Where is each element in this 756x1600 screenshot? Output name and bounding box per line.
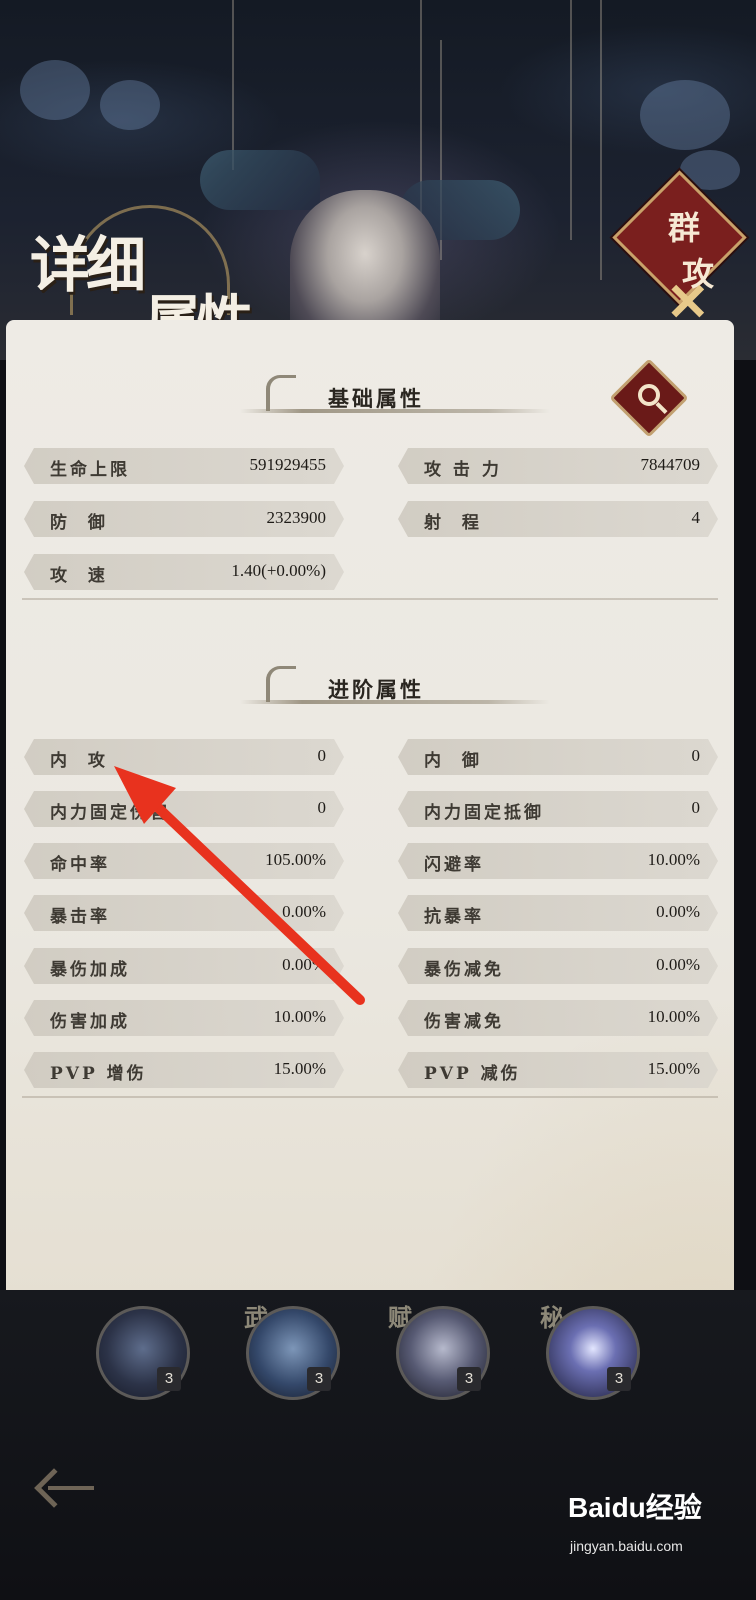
skill-slot-2[interactable]: 3 (246, 1306, 340, 1400)
stat-defense: 防 御 2323900 (24, 501, 344, 537)
title-line-1: 详细 (30, 231, 146, 301)
watermark-url: jingyan.baidu.com (570, 1538, 683, 1554)
stat-label: 抗暴率 (424, 907, 484, 927)
stat-value: 2323900 (266, 508, 326, 527)
stat-max-hp: 生命上限 591929455 (24, 448, 344, 484)
stat-crit-damage-reduction: 暴伤减免 0.00% (398, 948, 718, 984)
stat-value: 7844709 (640, 455, 700, 474)
stat-value: 15.00% (647, 1059, 700, 1078)
stat-value: 0 (317, 798, 326, 817)
skill-slot-4[interactable]: 3 (546, 1306, 640, 1400)
basic-heading-label: 基础属性 (328, 386, 424, 411)
stat-label: 暴伤加成 (50, 960, 130, 980)
skill-level: 3 (157, 1367, 181, 1391)
stat-value: 15.00% (273, 1059, 326, 1078)
basic-attributes-heading: 基础属性 (240, 375, 550, 425)
skill-level: 3 (307, 1367, 331, 1391)
stat-label: 内力固定抵御 (424, 803, 544, 823)
stat-label: 伤害减免 (424, 1012, 504, 1032)
stat-dodge-rate: 闪避率 10.00% (398, 843, 718, 879)
stat-value: 10.00% (273, 1007, 326, 1026)
stat-label: PVP 减伤 (424, 1064, 521, 1084)
brush-ornament-icon (266, 666, 296, 702)
stat-label: 生命上限 (50, 460, 130, 480)
stat-hit-rate: 命中率 105.00% (24, 843, 344, 879)
skill-level: 3 (457, 1367, 481, 1391)
stat-label: 攻 击 力 (424, 460, 502, 480)
stat-fixed-inner-damage: 内力固定伤害 0 (24, 791, 344, 827)
stat-pvp-damage-bonus: PVP 增伤 15.00% (24, 1052, 344, 1088)
stat-value: 0.00% (656, 955, 700, 974)
back-arrow-shaft[interactable] (48, 1486, 94, 1490)
stat-damage-reduction: 伤害减免 10.00% (398, 1000, 718, 1036)
section-divider (22, 1096, 718, 1098)
section-divider (22, 598, 718, 600)
stat-value: 0 (691, 746, 700, 765)
stat-label: PVP 增伤 (50, 1064, 147, 1084)
stat-label: 内 攻 (50, 751, 108, 771)
stat-value: 10.00% (647, 850, 700, 869)
advanced-heading-label: 进阶属性 (328, 677, 424, 702)
badge-line-1: 群 (667, 209, 700, 247)
stat-crit-damage-bonus: 暴伤加成 0.00% (24, 948, 344, 984)
stat-label: 暴伤减免 (424, 960, 504, 980)
stat-value: 4 (691, 508, 700, 527)
stat-value: 0.00% (282, 955, 326, 974)
stat-value: 0 (691, 798, 700, 817)
stat-label: 伤害加成 (50, 1012, 130, 1032)
stat-value: 0 (317, 746, 326, 765)
stat-inner-defense: 内 御 0 (398, 739, 718, 775)
stat-label: 射 程 (424, 513, 482, 533)
stat-attack-speed: 攻 速 1.40(+0.00%) (24, 554, 344, 590)
back-button[interactable] (34, 1466, 96, 1510)
stat-label: 防 御 (50, 513, 108, 533)
stat-range: 射 程 4 (398, 501, 718, 537)
stat-pvp-damage-reduction: PVP 减伤 15.00% (398, 1052, 718, 1088)
stat-crit-resist: 抗暴率 0.00% (398, 895, 718, 931)
stat-crit-rate: 暴击率 0.00% (24, 895, 344, 931)
stat-label: 内 御 (424, 751, 482, 771)
skill-slot-3[interactable]: 3 (396, 1306, 490, 1400)
watermark: Baidu经验 (568, 1492, 702, 1523)
stat-fixed-inner-resist: 内力固定抵御 0 (398, 791, 718, 827)
stat-attack: 攻 击 力 7844709 (398, 448, 718, 484)
stat-value: 0.00% (282, 902, 326, 921)
stat-value: 105.00% (265, 850, 326, 869)
stat-value: 591929455 (249, 455, 326, 474)
advanced-attributes-heading: 进阶属性 (240, 666, 550, 716)
stat-damage-bonus: 伤害加成 10.00% (24, 1000, 344, 1036)
stat-inner-attack: 内 攻 0 (24, 739, 344, 775)
skill-slot-1[interactable]: 3 (96, 1306, 190, 1400)
stat-label: 攻 速 (50, 566, 108, 586)
stat-label: 闪避率 (424, 855, 484, 875)
stat-value: 0.00% (656, 902, 700, 921)
brush-ornament-icon (266, 375, 296, 411)
stat-value: 10.00% (647, 1007, 700, 1026)
stat-label: 命中率 (50, 855, 110, 875)
stat-value: 1.40(+0.00%) (231, 561, 326, 580)
stat-label: 暴击率 (50, 907, 110, 927)
skill-level: 3 (607, 1367, 631, 1391)
stat-label: 内力固定伤害 (50, 803, 170, 823)
